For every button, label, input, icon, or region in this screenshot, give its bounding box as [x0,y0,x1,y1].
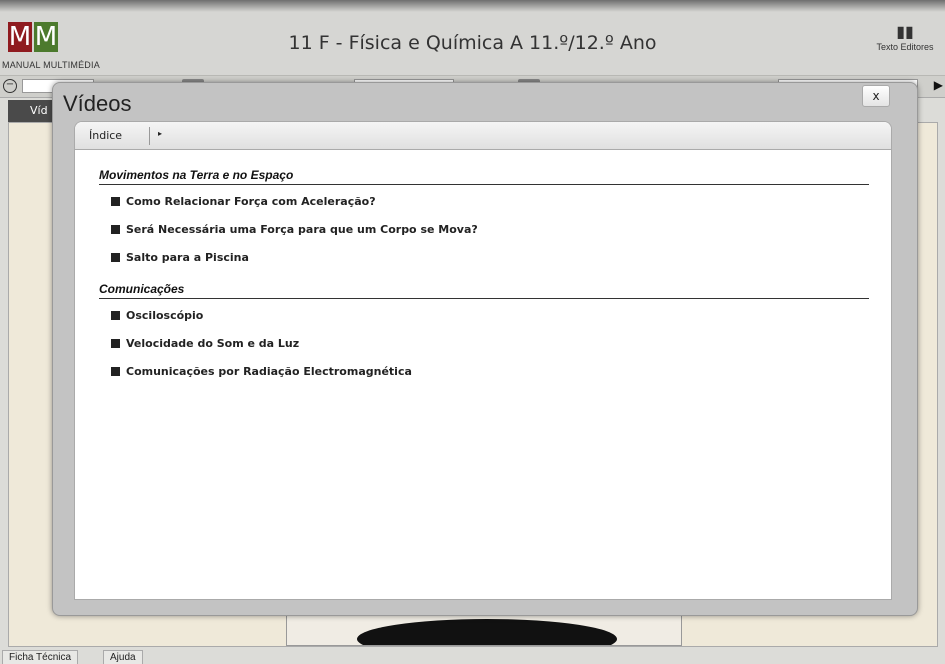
chevron-right-icon[interactable]: ▸ [158,129,162,138]
video-item-label: Como Relacionar Força com Aceleração? [126,195,376,208]
app-title: 11 F - Física e Química A 11.º/12.º Ano [288,32,657,54]
square-bullet-icon [111,311,120,320]
index-nav-bar: Índice ▸ [75,122,891,150]
header-sheen [0,0,945,12]
footer-tab-ficha-tecnica[interactable]: Ficha Técnica [2,650,79,664]
video-item[interactable]: Como Relacionar Força com Aceleração? [111,195,376,208]
square-bullet-icon [111,253,120,262]
videos-modal: Vídeos x Índice ▸ Movimentos na Terra e … [52,82,918,616]
nav-separator [149,127,150,145]
square-bullet-icon [111,367,120,376]
play-arrow-icon[interactable]: ▶ [934,78,943,92]
video-item-label: Velocidade do Som e da Luz [126,337,300,350]
book-icon: ▮▮ [896,22,914,41]
section-heading: Movimentos na Terra e no Espaço [99,168,869,185]
video-item[interactable]: Salto para a Piscina [111,251,249,264]
square-bullet-icon [111,225,120,234]
section-heading: Comunicações [99,282,869,299]
zoom-out-icon[interactable]: − [3,79,17,93]
square-bullet-icon [111,197,120,206]
publisher-name: Texto Editores [876,42,934,52]
modal-title: Vídeos [63,91,132,116]
footer-bar: Ficha Técnica Ajuda [0,648,945,664]
modal-content: Índice ▸ Movimentos na Terra e no Espaço… [74,121,892,600]
video-item-label: Salto para a Piscina [126,251,249,264]
ink-splash [357,619,617,645]
close-button[interactable]: x [862,85,890,107]
app-header: M M MANUAL MULTIMÉDIA 11 F - Física e Qu… [0,0,945,76]
video-item[interactable]: Velocidade do Som e da Luz [111,337,299,350]
video-item-label: Comunicações por Radiação Electromagnéti… [126,365,412,378]
video-item[interactable]: Comunicações por Radiação Electromagnéti… [111,365,412,378]
video-item-label: Osciloscópio [126,309,204,322]
video-item[interactable]: Será Necessária uma Força para que um Co… [111,223,478,236]
video-item[interactable]: Osciloscópio [111,309,203,322]
footer-tab-ajuda[interactable]: Ajuda [103,650,143,664]
background-image [286,612,682,646]
video-item-label: Será Necessária uma Força para que um Co… [126,223,478,236]
index-link[interactable]: Índice [89,129,122,142]
brand-subtitle: MANUAL MULTIMÉDIA [2,60,100,70]
publisher-logo[interactable]: ▮▮ Texto Editores [865,22,945,53]
square-bullet-icon [111,339,120,348]
